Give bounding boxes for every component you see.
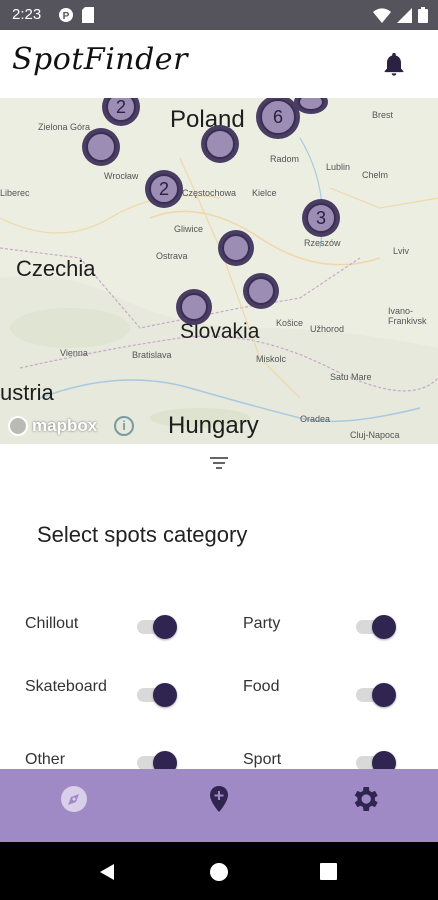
app-bar: SpotFinder <box>0 30 438 98</box>
city-label: Lublin <box>326 162 351 172</box>
city-label: Wrocław <box>104 171 139 181</box>
city-label: Cluj-Napoca <box>350 430 400 440</box>
notification-app-icon: P <box>59 8 73 22</box>
recents-icon[interactable] <box>319 862 338 881</box>
app-title: SpotFinder <box>12 42 188 77</box>
category-toggle-chillout[interactable] <box>137 614 177 640</box>
attribution-info-icon[interactable]: i <box>114 416 134 436</box>
city-label: Chelm <box>362 170 389 180</box>
status-bar: 2:23 P <box>0 0 438 30</box>
mapbox-logo[interactable]: mapbox <box>8 416 97 436</box>
city-label: Košice <box>276 318 304 328</box>
country-label-hungary: Hungary <box>168 412 259 439</box>
status-time: 2:23 <box>12 6 42 23</box>
category-toggle-party[interactable] <box>356 614 396 640</box>
signal-icon <box>397 7 412 23</box>
city-label: Brest <box>372 110 394 120</box>
category-label-food: Food <box>243 678 280 695</box>
spot-marker[interactable] <box>82 128 120 166</box>
back-icon[interactable] <box>98 862 118 882</box>
battery-icon <box>418 7 428 23</box>
settings-gear-icon[interactable] <box>349 783 381 815</box>
add-spot-pin-icon[interactable] <box>203 783 235 815</box>
city-label: Bratislava <box>132 350 172 360</box>
category-sheet-title: Select spots category <box>37 522 248 547</box>
city-label: Oradea <box>300 414 331 424</box>
city-label: Radom <box>270 154 300 164</box>
sheet-drag-handle-icon[interactable] <box>208 455 230 471</box>
category-label-sport: Sport <box>243 751 282 768</box>
mapbox-wordmark: mapbox <box>32 416 98 435</box>
city-label: Lviv <box>393 246 410 256</box>
country-label-czechia: Czechia <box>16 256 96 281</box>
category-label-chillout: Chillout <box>25 615 79 632</box>
city-label: Miskolc <box>256 354 287 364</box>
spot-marker[interactable] <box>218 230 254 266</box>
spot-cluster-marker[interactable]: 3 <box>302 199 340 237</box>
spot-cluster-marker[interactable]: 2 <box>145 170 183 208</box>
country-label-austria: ustria <box>0 380 54 405</box>
svg-text:P: P <box>63 11 70 22</box>
spot-marker[interactable] <box>176 289 212 325</box>
category-label-other: Other <box>25 751 66 768</box>
category-toggle-food[interactable] <box>356 682 396 708</box>
map-view[interactable]: Poland Czechia Slovakia Hungary ustria Z… <box>0 98 438 444</box>
city-label: Zielona Góra <box>38 122 91 132</box>
explore-compass-icon[interactable] <box>58 783 90 815</box>
notifications-bell-icon[interactable] <box>380 50 408 78</box>
category-label-party: Party <box>243 615 281 632</box>
city-label: Ostrava <box>156 251 188 261</box>
city-label: Ivano-Frankivsk <box>388 306 427 326</box>
spot-marker[interactable] <box>201 125 239 163</box>
category-label-skateboard: Skateboard <box>25 678 107 695</box>
system-navigation-bar <box>0 842 438 900</box>
bottom-navigation <box>0 769 438 842</box>
spot-marker[interactable] <box>243 273 279 309</box>
city-label: Rzeszów <box>304 238 341 248</box>
city-label: Satu Mare <box>330 372 372 382</box>
home-icon[interactable] <box>209 862 229 882</box>
city-label: Kielce <box>252 188 277 198</box>
city-label: Užhorod <box>310 324 345 334</box>
city-label: Częstochowa <box>182 188 237 198</box>
wifi-icon <box>373 7 391 23</box>
city-label: Vienna <box>60 348 88 358</box>
sd-card-icon <box>82 7 94 23</box>
city-label: Liberec <box>0 188 30 198</box>
mapbox-logo-icon <box>8 416 28 436</box>
category-toggle-skateboard[interactable] <box>137 682 177 708</box>
city-label: Gliwice <box>174 224 204 234</box>
